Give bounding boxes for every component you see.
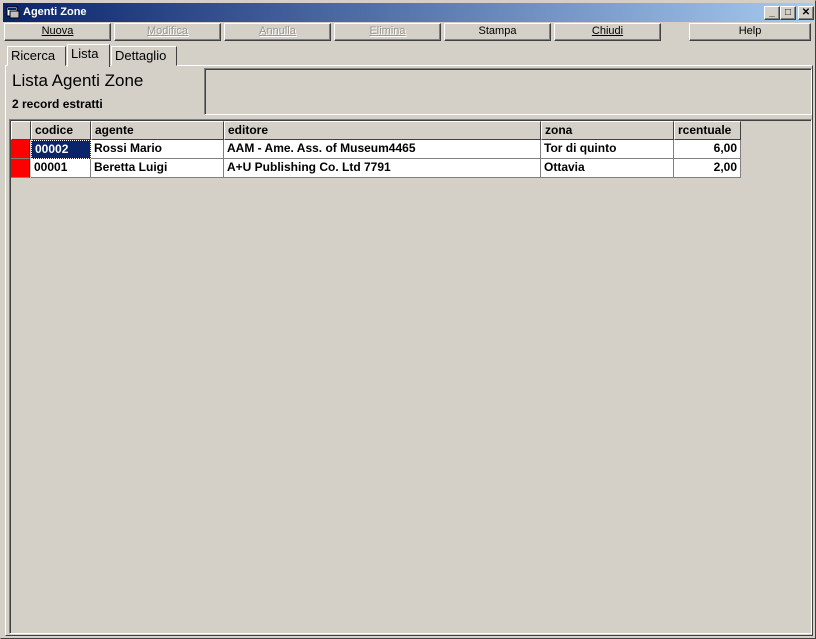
title-bar[interactable]: Agenti Zone _ □ ✕ (3, 3, 814, 22)
column-header-editore[interactable]: editore (224, 121, 541, 140)
main-window: Agenti Zone _ □ ✕ Nuova Modifica Annulla… (0, 0, 816, 639)
chiudi-label: Chiudi (591, 25, 624, 37)
row-marker[interactable] (11, 159, 30, 178)
annulla-button[interactable]: Annulla (224, 23, 331, 41)
minimize-button[interactable]: _ (764, 6, 780, 20)
elimina-button[interactable]: Elimina (334, 23, 441, 41)
help-label: Help (738, 25, 762, 37)
table-cell-zona[interactable]: Ottavia (541, 159, 674, 178)
table-cell-agente[interactable]: Beretta Luigi (91, 159, 224, 178)
table-cell-editore[interactable]: AAM - Ame. Ass. of Museum4465 (224, 140, 541, 159)
chiudi-button[interactable]: Chiudi (554, 23, 661, 41)
close-button[interactable]: ✕ (798, 6, 814, 20)
maximize-icon: □ (784, 7, 792, 18)
modifica-button[interactable]: Modifica (114, 23, 221, 41)
stampa-label: Stampa (478, 25, 517, 37)
tab-lista[interactable]: Lista (67, 44, 110, 67)
table-cell-codice[interactable]: 00002 (31, 140, 91, 159)
info-box (204, 68, 812, 115)
row-marker[interactable] (11, 140, 30, 159)
window-title: Agenti Zone (23, 6, 87, 18)
help-button[interactable]: Help (689, 23, 811, 41)
tab-dettaglio[interactable]: Dettaglio (111, 46, 177, 66)
table-cell-codice[interactable]: 00001 (31, 159, 91, 178)
row-selector-header (11, 121, 31, 140)
elimina-label: Elimina (369, 25, 406, 37)
tab-ricerca[interactable]: Ricerca (7, 46, 66, 66)
table-cell-percentuale[interactable]: 2,00 (674, 159, 741, 178)
table-cell-percentuale[interactable]: 6,00 (674, 140, 741, 159)
annulla-label: Annulla (259, 25, 296, 37)
tab-ricerca-label: Ricerca (11, 48, 56, 63)
table-cell-editore[interactable]: A+U Publishing Co. Ltd 7791 (224, 159, 541, 178)
modifica-label: Modifica (147, 25, 188, 37)
column-header-codice[interactable]: codice (31, 121, 91, 140)
column-header-zona[interactable]: zona (541, 121, 674, 140)
data-grid[interactable] (9, 119, 812, 634)
nuova-label: Nuova (41, 25, 74, 37)
record-count: 2 record estratti (12, 97, 103, 111)
page-title: Lista Agenti Zone (12, 71, 144, 90)
app-icon (6, 6, 20, 19)
tab-dettaglio-label: Dettaglio (115, 48, 167, 63)
close-icon: ✕ (801, 7, 811, 18)
column-header-percentuale[interactable]: rcentuale (674, 121, 741, 140)
table-cell-agente[interactable]: Rossi Mario (91, 140, 224, 159)
table-cell-zona[interactable]: Tor di quinto (541, 140, 674, 159)
tab-lista-label: Lista (71, 46, 99, 61)
nuova-button[interactable]: Nuova (4, 23, 111, 41)
column-header-agente[interactable]: agente (91, 121, 224, 140)
maximize-button[interactable]: □ (780, 6, 796, 20)
stampa-button[interactable]: Stampa (444, 23, 551, 41)
minimize-icon: _ (769, 7, 775, 18)
